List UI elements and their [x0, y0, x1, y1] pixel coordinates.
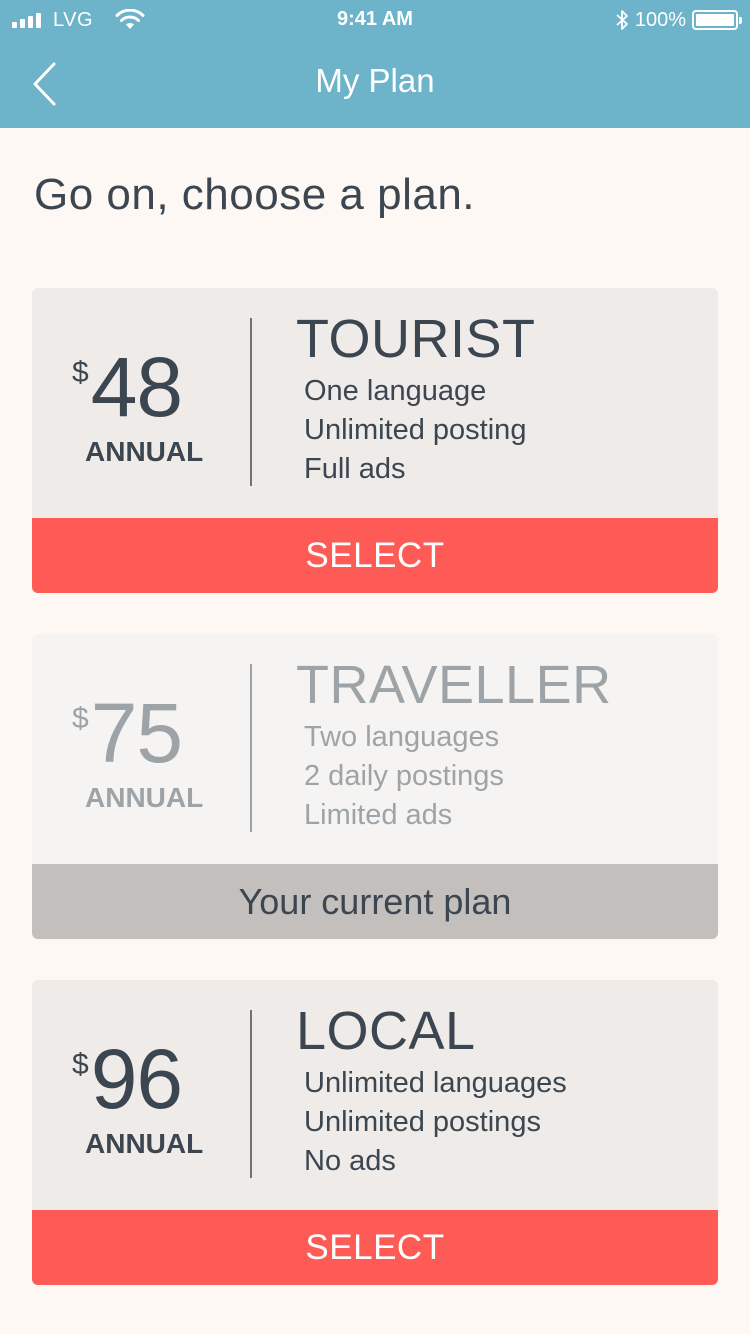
price-currency: $ — [72, 702, 89, 735]
plan-details: TRAVELLER Two languages 2 daily postings… — [296, 656, 612, 835]
card-divider — [250, 1010, 252, 1178]
status-bar: LVG 9:41 AM 100% — [0, 0, 750, 40]
plan-feature: One language — [304, 375, 487, 407]
headline: Go on, choose a plan. — [34, 170, 476, 219]
price-amount: 96 — [90, 1032, 183, 1126]
plan-feature: Unlimited posting — [304, 414, 527, 446]
price-box: $ 96 ANNUAL — [32, 980, 252, 1210]
price-box: $ 75 ANNUAL — [32, 634, 252, 864]
current-plan-label: Your current plan — [32, 864, 718, 939]
plan-feature: Unlimited postings — [304, 1106, 541, 1138]
navigation-bar: My Plan — [0, 40, 750, 128]
page-title: My Plan — [315, 62, 435, 99]
plan-feature: Limited ads — [304, 799, 453, 831]
price-period: ANNUAL — [85, 1128, 204, 1159]
plan-price: $ 48 — [72, 340, 183, 434]
plan-feature: Unlimited languages — [304, 1067, 567, 1099]
plan-features: Two languages 2 daily postings Limited a… — [304, 718, 612, 835]
plan-details: LOCAL Unlimited languages Unlimited post… — [296, 1002, 567, 1181]
status-right: 100% — [615, 8, 742, 32]
plan-name: TOURIST — [296, 309, 536, 369]
plan-features: Unlimited languages Unlimited postings N… — [304, 1064, 567, 1181]
plan-card-tourist: $ 48 ANNUAL TOURIST One language Unlimit… — [32, 288, 718, 593]
plan-name: LOCAL — [296, 1001, 476, 1061]
plan-price: $ 75 — [72, 686, 183, 780]
select-local-button[interactable]: SELECT — [32, 1210, 718, 1285]
plan-feature: No ads — [304, 1145, 396, 1177]
battery-percent: 100% — [634, 8, 686, 31]
header-bar: LVG 9:41 AM 100% My Plan — [0, 0, 750, 128]
battery-icon — [692, 10, 742, 30]
price-currency: $ — [72, 356, 89, 389]
price-amount: 75 — [90, 686, 183, 780]
price-period: ANNUAL — [85, 436, 204, 467]
card-divider — [250, 664, 252, 832]
plan-feature: Full ads — [304, 453, 406, 485]
plan-feature: 2 daily postings — [304, 760, 504, 792]
plan-feature: Two languages — [304, 721, 500, 753]
plan-card-local: $ 96 ANNUAL LOCAL Unlimited languages Un… — [32, 980, 718, 1285]
price-amount: 48 — [90, 340, 183, 434]
card-divider — [250, 318, 252, 486]
plan-card-traveller: $ 75 ANNUAL TRAVELLER Two languages 2 da… — [32, 634, 718, 939]
plan-details: TOURIST One language Unlimited posting F… — [296, 310, 536, 489]
plan-name: TRAVELLER — [296, 655, 612, 715]
plan-features: One language Unlimited posting Full ads — [304, 372, 536, 489]
select-tourist-button[interactable]: SELECT — [32, 518, 718, 593]
price-period: ANNUAL — [85, 782, 204, 813]
bluetooth-icon — [616, 10, 628, 30]
price-currency: $ — [72, 1048, 89, 1081]
plan-price: $ 96 — [72, 1032, 183, 1126]
price-box: $ 48 ANNUAL — [32, 288, 252, 518]
